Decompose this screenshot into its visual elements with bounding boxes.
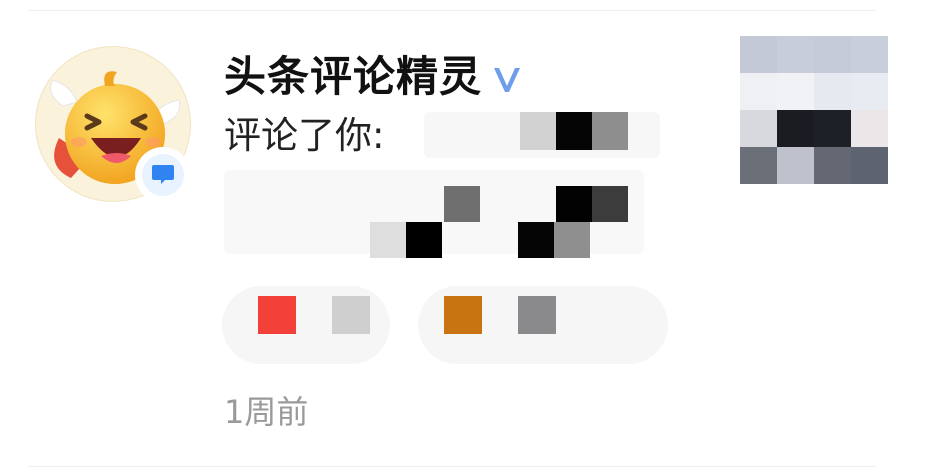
time-ago: 1周前 — [224, 393, 309, 431]
mosaic-block — [370, 222, 406, 258]
comment-bubble-icon — [152, 165, 174, 184]
notification-item[interactable]: 头条评论精灵 评论了你: 1周前 — [0, 0, 928, 470]
sender-row[interactable]: 头条评论精灵 — [224, 52, 524, 102]
mosaic-block — [556, 112, 592, 150]
mosaic-block — [592, 186, 628, 222]
mosaic-block — [518, 222, 554, 258]
top-divider — [28, 10, 876, 11]
mosaic-block — [444, 186, 480, 222]
mosaic-block — [406, 222, 442, 258]
sender-name[interactable]: 头条评论精灵 — [224, 52, 482, 102]
mosaic-block — [444, 296, 482, 334]
mosaic-block — [556, 186, 592, 222]
mosaic-block — [520, 112, 556, 150]
content-thumbnail[interactable] — [740, 36, 888, 184]
bottom-divider — [28, 466, 876, 467]
mosaic-block — [554, 222, 590, 258]
mosaic-block — [518, 296, 556, 334]
verified-v-icon — [494, 68, 521, 92]
mosaic-block — [592, 112, 628, 150]
avatar-badge — [135, 147, 191, 203]
action-text: 评论了你: — [224, 114, 385, 157]
mosaic-block — [258, 296, 296, 334]
mosaic-block — [332, 296, 370, 334]
